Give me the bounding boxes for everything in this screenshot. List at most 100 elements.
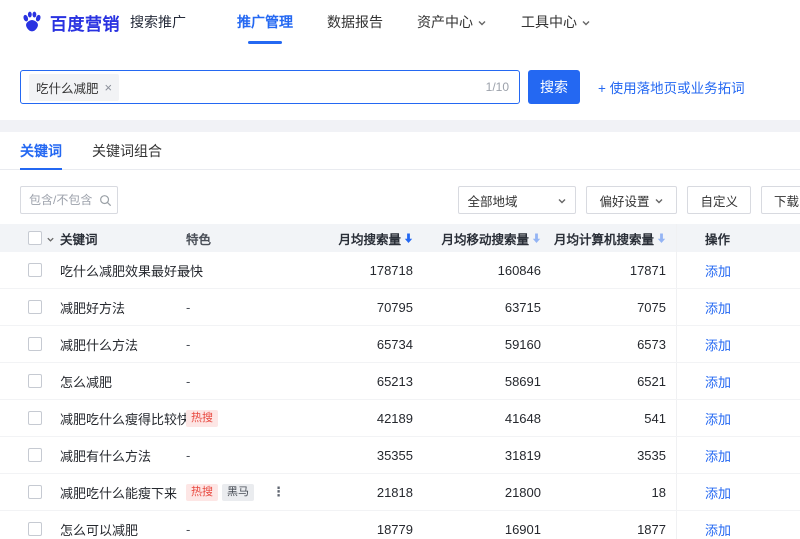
- more-features-icon[interactable]: ⋮: [272, 484, 285, 500]
- pc-volume-cell: 6573: [637, 336, 666, 352]
- customize-button[interactable]: 自定义: [687, 186, 751, 214]
- tab-keyword-combinations[interactable]: 关键词组合: [92, 132, 162, 169]
- row-checkbox[interactable]: [28, 448, 42, 462]
- feature-badge: 热搜: [186, 483, 218, 501]
- nav-label: 推广管理: [237, 14, 293, 30]
- monthly-volume-cell: 65734: [376, 336, 413, 352]
- monthly-volume-cell: 35355: [376, 447, 413, 463]
- add-keyword-link[interactable]: 添加: [705, 335, 731, 354]
- chip-close-icon[interactable]: ×: [105, 81, 113, 94]
- keyword-cell: 怎么可以减肥: [60, 522, 139, 538]
- keyword-cell: 减肥吃什么能瘦下来: [60, 485, 178, 501]
- nav-item-tool-center[interactable]: 工具中心: [504, 0, 608, 44]
- baidu-logo[interactable]: 百度营销 搜索推广: [20, 10, 186, 35]
- row-select-cell: [0, 448, 60, 462]
- action-cell: 添加: [676, 289, 800, 325]
- filter-right-group: 全部地域 偏好设置 自定义 下载: [458, 186, 800, 214]
- action-cell: 添加: [676, 252, 800, 288]
- row-checkbox[interactable]: [28, 337, 42, 351]
- keyword-cell: 怎么减肥: [60, 374, 113, 390]
- row-checkbox[interactable]: [28, 263, 42, 277]
- pc-volume-cell: 17871: [629, 262, 666, 278]
- header-pc-volume[interactable]: 月均计算机搜索量: [551, 229, 676, 248]
- mobile-volume-cell: 59160: [504, 336, 541, 352]
- search-box[interactable]: 吃什么减肥 × 1/10: [20, 70, 520, 104]
- expand-words-link[interactable]: + 使用落地页或业务拓词: [598, 77, 745, 97]
- add-keyword-link[interactable]: 添加: [705, 372, 731, 391]
- row-checkbox[interactable]: [28, 485, 42, 499]
- table-body: 吃什么减肥效果最好最快 - 178718 160846 17871 添加 减肥好…: [0, 252, 800, 539]
- include-filter-input[interactable]: [29, 193, 97, 207]
- add-keyword-link[interactable]: 添加: [705, 409, 731, 428]
- preference-settings-button[interactable]: 偏好设置: [586, 186, 678, 214]
- feature-cell: -: [186, 448, 316, 463]
- search-icon[interactable]: [99, 194, 112, 207]
- add-keyword-link[interactable]: 添加: [705, 261, 731, 280]
- header-monthly-volume[interactable]: 月均搜索量: [316, 229, 423, 248]
- pc-volume-cell: 7075: [637, 299, 666, 315]
- chevron-down-icon[interactable]: [46, 235, 55, 244]
- feature-dash: -: [186, 299, 191, 315]
- add-keyword-link[interactable]: 添加: [705, 483, 731, 502]
- pc-volume-cell: 541: [644, 410, 666, 426]
- table-row: 减肥吃什么能瘦下来 热搜 黑马 ⋮ 21818 21800 18 添加: [0, 474, 800, 511]
- nav-item-data-report[interactable]: 数据报告: [310, 0, 400, 44]
- add-keyword-link[interactable]: 添加: [705, 520, 731, 539]
- keyword-chip: 吃什么减肥 ×: [29, 73, 120, 101]
- search-button[interactable]: 搜索: [528, 70, 580, 104]
- keyword-cell: 减肥好方法: [60, 300, 126, 316]
- row-checkbox[interactable]: [28, 411, 42, 425]
- table-row: 怎么可以减肥 - 18779 16901 1877 添加: [0, 511, 800, 539]
- tab-keywords[interactable]: 关键词: [20, 132, 62, 170]
- monthly-volume-cell: 42189: [376, 410, 413, 426]
- feature-badge: 黑马: [222, 483, 254, 501]
- region-select-value: 全部地域: [467, 194, 518, 209]
- header-pc-label: 月均计算机搜索量: [553, 232, 654, 247]
- mobile-volume-cell: 31819: [504, 447, 541, 463]
- mobile-volume-cell: 41648: [504, 410, 541, 426]
- results-card: 关键词 关键词组合 全部地域 偏好设置: [0, 132, 800, 539]
- sort-icon[interactable]: [657, 233, 666, 243]
- mobile-volume-cell: 21800: [504, 484, 541, 500]
- table-row: 减肥有什么方法 - 35355 31819 3535 添加: [0, 437, 800, 474]
- feature-dash: -: [186, 336, 191, 352]
- sort-desc-icon[interactable]: [404, 233, 413, 243]
- row-select-cell: [0, 337, 60, 351]
- select-all-checkbox[interactable]: [28, 231, 42, 245]
- download-button[interactable]: 下载: [760, 186, 800, 214]
- keyword-cell: 减肥什么方法: [60, 337, 139, 353]
- table-row: 减肥好方法 - 70795 63715 7075 添加: [0, 289, 800, 326]
- search-input[interactable]: [127, 79, 478, 95]
- monthly-volume-cell: 21818: [376, 484, 413, 500]
- add-keyword-link[interactable]: 添加: [705, 298, 731, 317]
- feature-dash: -: [186, 262, 191, 278]
- preference-label: 偏好设置: [599, 194, 650, 209]
- row-checkbox[interactable]: [28, 374, 42, 388]
- monthly-volume-cell: 65213: [376, 373, 413, 389]
- nav-item-promotion-management[interactable]: 推广管理: [220, 0, 310, 44]
- sort-icon[interactable]: [532, 233, 541, 243]
- row-checkbox[interactable]: [28, 522, 42, 536]
- include-filter-box[interactable]: [20, 186, 118, 214]
- header-mobile-volume[interactable]: 月均移动搜索量: [423, 229, 551, 248]
- action-cell: 添加: [676, 511, 800, 539]
- keyword-counter: 1/10: [485, 80, 509, 94]
- tab-label: 关键词组合: [92, 142, 162, 159]
- feature-cell: -: [186, 337, 316, 352]
- pc-volume-cell: 18: [651, 484, 666, 500]
- table-row: 减肥什么方法 - 65734 59160 6573 添加: [0, 326, 800, 363]
- tab-label: 关键词: [20, 142, 62, 159]
- add-keyword-link[interactable]: 添加: [705, 446, 731, 465]
- feature-cell: -: [186, 263, 316, 278]
- region-select[interactable]: 全部地域: [458, 186, 577, 214]
- mobile-volume-cell: 58691: [504, 373, 541, 389]
- product-name: 搜索推广: [130, 14, 186, 30]
- mobile-volume-cell: 160846: [497, 262, 541, 278]
- pc-volume-cell: 1877: [637, 521, 666, 537]
- header-action: 操作: [676, 224, 800, 252]
- nav-item-asset-center[interactable]: 资产中心: [400, 0, 504, 44]
- row-checkbox[interactable]: [28, 300, 42, 314]
- action-cell: 添加: [676, 400, 800, 436]
- chevron-down-icon: [654, 196, 664, 206]
- header-mobile-label: 月均移动搜索量: [441, 232, 529, 247]
